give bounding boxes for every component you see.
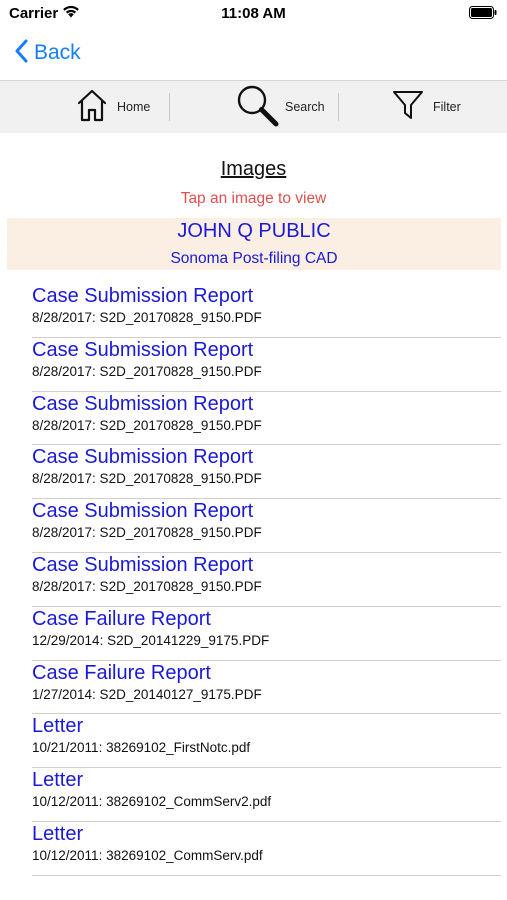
item-title: Case Failure Report [32, 661, 211, 684]
client-name: JOHN Q PUBLIC [177, 220, 331, 242]
toolbar-divider [338, 93, 339, 121]
status-bar: Carrier 11:08 AM [0, 0, 507, 28]
list-item[interactable]: Letter 10/12/2011: 38269102_CommServ2.pd… [32, 768, 501, 822]
item-detail: 8/28/2017: S2D_20170828_9150.PDF [32, 363, 262, 379]
item-detail: 8/28/2017: S2D_20170828_9150.PDF [32, 525, 262, 541]
item-detail: 8/28/2017: S2D_20170828_9150.PDF [32, 310, 262, 325]
item-detail: 8/28/2017: S2D_20170828_9150.PDF [32, 578, 262, 594]
list-item[interactable]: Case Submission Report 8/28/2017: S2D_20… [32, 499, 501, 553]
item-title: Letter [32, 715, 84, 738]
item-title: Case Failure Report [32, 607, 211, 630]
home-button[interactable]: Home [76, 81, 150, 133]
item-title: Case Submission Report [32, 500, 254, 523]
list-item[interactable]: Case Submission Report 8/28/2017: S2D_20… [32, 338, 501, 392]
item-title: Case Submission Report [32, 553, 254, 576]
item-detail: 8/28/2017: S2D_20170828_9150.PDF [32, 471, 262, 487]
item-title: Case Submission Report [32, 446, 254, 469]
list-item[interactable]: Letter 10/12/2011: 38269102_CommServ.pdf [32, 822, 501, 876]
item-title: Letter [32, 769, 84, 792]
item-title: Letter [32, 822, 84, 845]
case-subtitle: Sonoma Post-filing CAD [170, 250, 338, 267]
filter-label: Filter [433, 100, 461, 114]
clock-time: 11:08 AM [221, 5, 286, 22]
item-title: Case Submission Report [32, 338, 254, 361]
toolbar: Home Search Filter [0, 80, 507, 133]
home-label: Home [117, 100, 151, 114]
toolbar-divider [169, 93, 170, 121]
list-item[interactable]: Case Submission Report 8/28/2017: S2D_20… [32, 445, 501, 500]
item-detail: 10/12/2011: 38269102_CommServ2.pdf [32, 794, 272, 810]
client-header: JOHN Q PUBLIC Sonoma Post-filing CAD [7, 218, 501, 270]
item-detail: 10/21/2011: 38269102_FirstNotc.pdf [32, 740, 251, 756]
document-list: Case Submission Report 8/28/2017: S2D_20… [32, 284, 501, 876]
list-item[interactable]: Case Failure Report 1/27/2014: S2D_20140… [32, 661, 501, 715]
filter-button[interactable]: Filter [392, 81, 461, 133]
filter-icon [392, 89, 424, 126]
search-button[interactable]: Search [235, 81, 325, 133]
list-item[interactable]: Case Failure Report 12/29/2014: S2D_2014… [32, 607, 501, 661]
item-title: Case Submission Report [32, 392, 254, 415]
item-detail: 12/29/2014: S2D_20141229_9175.PDF [32, 632, 270, 648]
list-item[interactable]: Case Submission Report 8/28/2017: S2D_20… [32, 553, 501, 607]
back-button[interactable]: Back [14, 38, 81, 68]
list-item[interactable]: Case Submission Report 8/28/2017: S2D_20… [32, 392, 501, 446]
item-title: Case Submission Report [32, 285, 254, 307]
chevron-left-icon [14, 39, 28, 68]
search-label: Search [285, 100, 325, 114]
navigation-bar: Back [0, 28, 507, 80]
list-item[interactable]: Letter 10/21/2011: 38269102_FirstNotc.pd… [32, 714, 501, 769]
item-detail: 8/28/2017: S2D_20170828_9150.PDF [32, 417, 262, 433]
home-icon [76, 88, 108, 127]
page-title: Images [220, 158, 287, 180]
search-icon [235, 83, 279, 132]
item-detail: 10/12/2011: 38269102_CommServ.pdf [32, 847, 263, 863]
list-item[interactable]: Case Submission Report 8/28/2017: S2D_20… [32, 284, 501, 338]
battery-icon [469, 6, 497, 24]
hint-text: Tap an image to view [180, 190, 327, 207]
back-label: Back [34, 41, 81, 64]
item-detail: 1/27/2014: S2D_20140127_9175.PDF [32, 686, 262, 702]
